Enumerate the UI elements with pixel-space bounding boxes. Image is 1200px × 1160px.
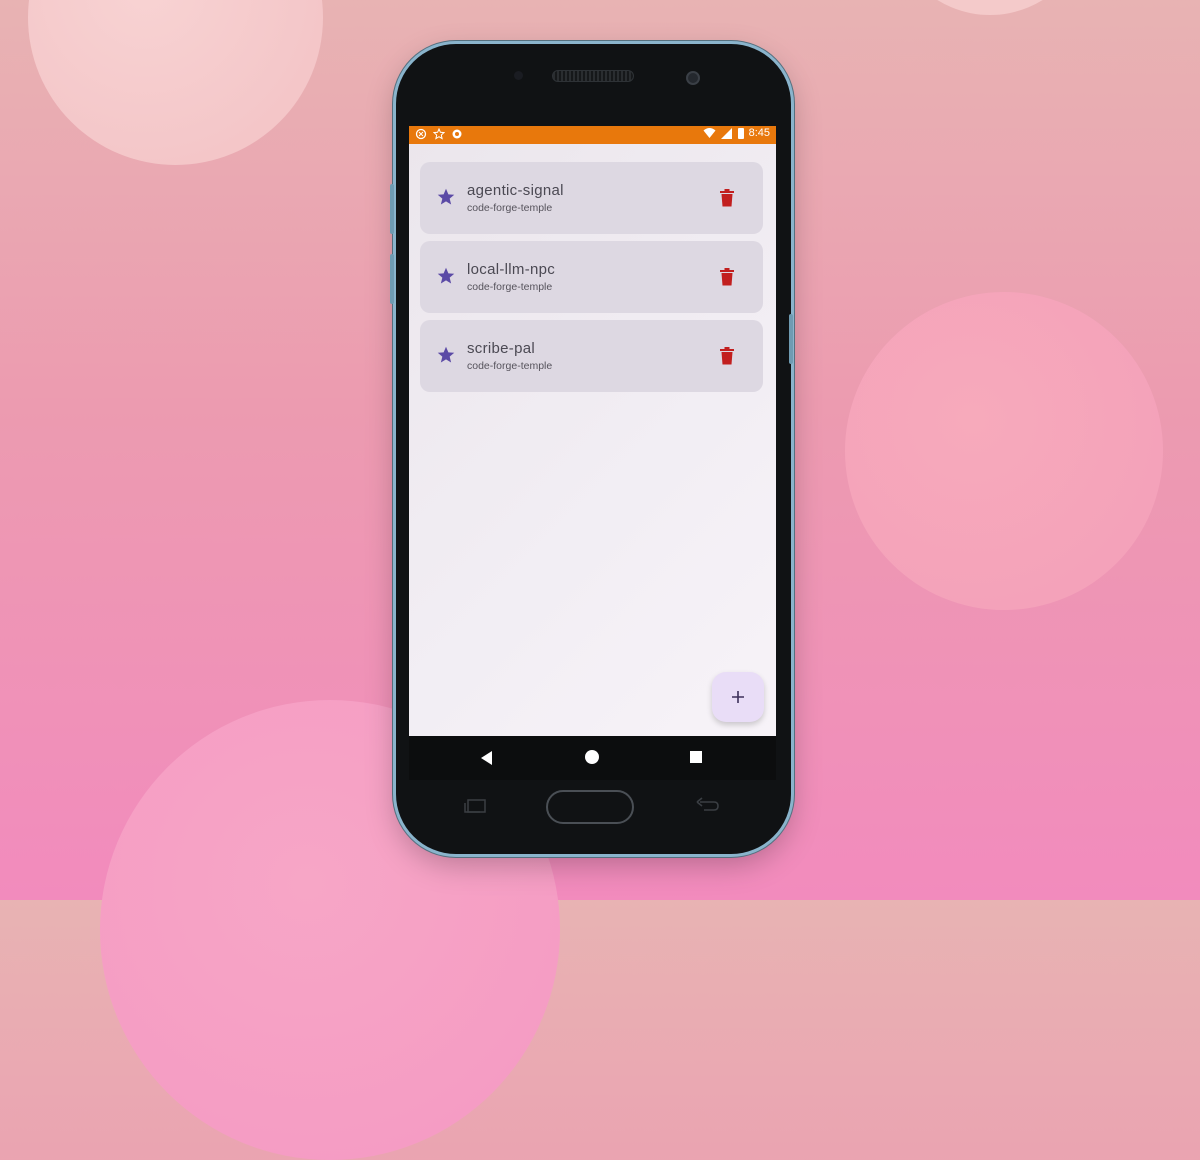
plus-icon [732,691,744,703]
repo-owner: code-forge-temple [467,202,553,214]
notification-icon [415,128,427,140]
recent-apps-icon[interactable] [690,751,702,763]
front-camera [686,71,700,85]
status-bar: 8:45 [409,126,776,144]
hardware-home-button [546,790,634,824]
background-bubble [890,0,1090,15]
delete-icon[interactable] [719,268,735,286]
star-icon [437,267,455,284]
battery-icon [737,127,744,139]
home-icon[interactable] [585,750,599,764]
add-repo-button[interactable] [712,672,764,722]
settings-icon [451,128,463,140]
proximity-sensor [514,71,523,80]
volume-down-button [390,254,394,304]
repo-owner: code-forge-temple [467,281,553,293]
status-left-icons [415,127,463,140]
repo-card[interactable]: scribe-pal code-forge-temple [420,320,763,392]
repo-name: agentic-signal [467,182,564,199]
hardware-recent-icon [464,799,486,813]
star-outline-icon [432,127,446,140]
star-icon [437,346,455,363]
delete-icon[interactable] [719,347,735,365]
status-time: 8:45 [748,127,770,139]
volume-up-button [390,184,394,234]
repo-card[interactable]: agentic-signal code-forge-temple [420,162,763,234]
delete-icon[interactable] [719,189,735,207]
navigation-bar [409,736,776,780]
repo-name: scribe-pal [467,340,536,357]
phone-frame: 8:45 agentic-signal code-forge-temple lo… [390,44,793,854]
signal-icon [720,127,732,139]
repo-name: local-llm-npc [467,261,556,278]
hardware-back-icon [696,797,719,811]
wifi-icon [703,128,716,138]
app-screen: 8:45 agentic-signal code-forge-temple lo… [409,126,776,736]
star-icon [437,188,455,205]
back-icon[interactable] [481,751,493,765]
repo-card[interactable]: local-llm-npc code-forge-temple [420,241,763,313]
status-right-icons: 8:45 [703,127,770,139]
earpiece-speaker [552,70,634,82]
background-bubble [845,292,1163,610]
background-bubble [28,0,323,165]
power-button [789,314,793,364]
repo-owner: code-forge-temple [467,360,553,372]
